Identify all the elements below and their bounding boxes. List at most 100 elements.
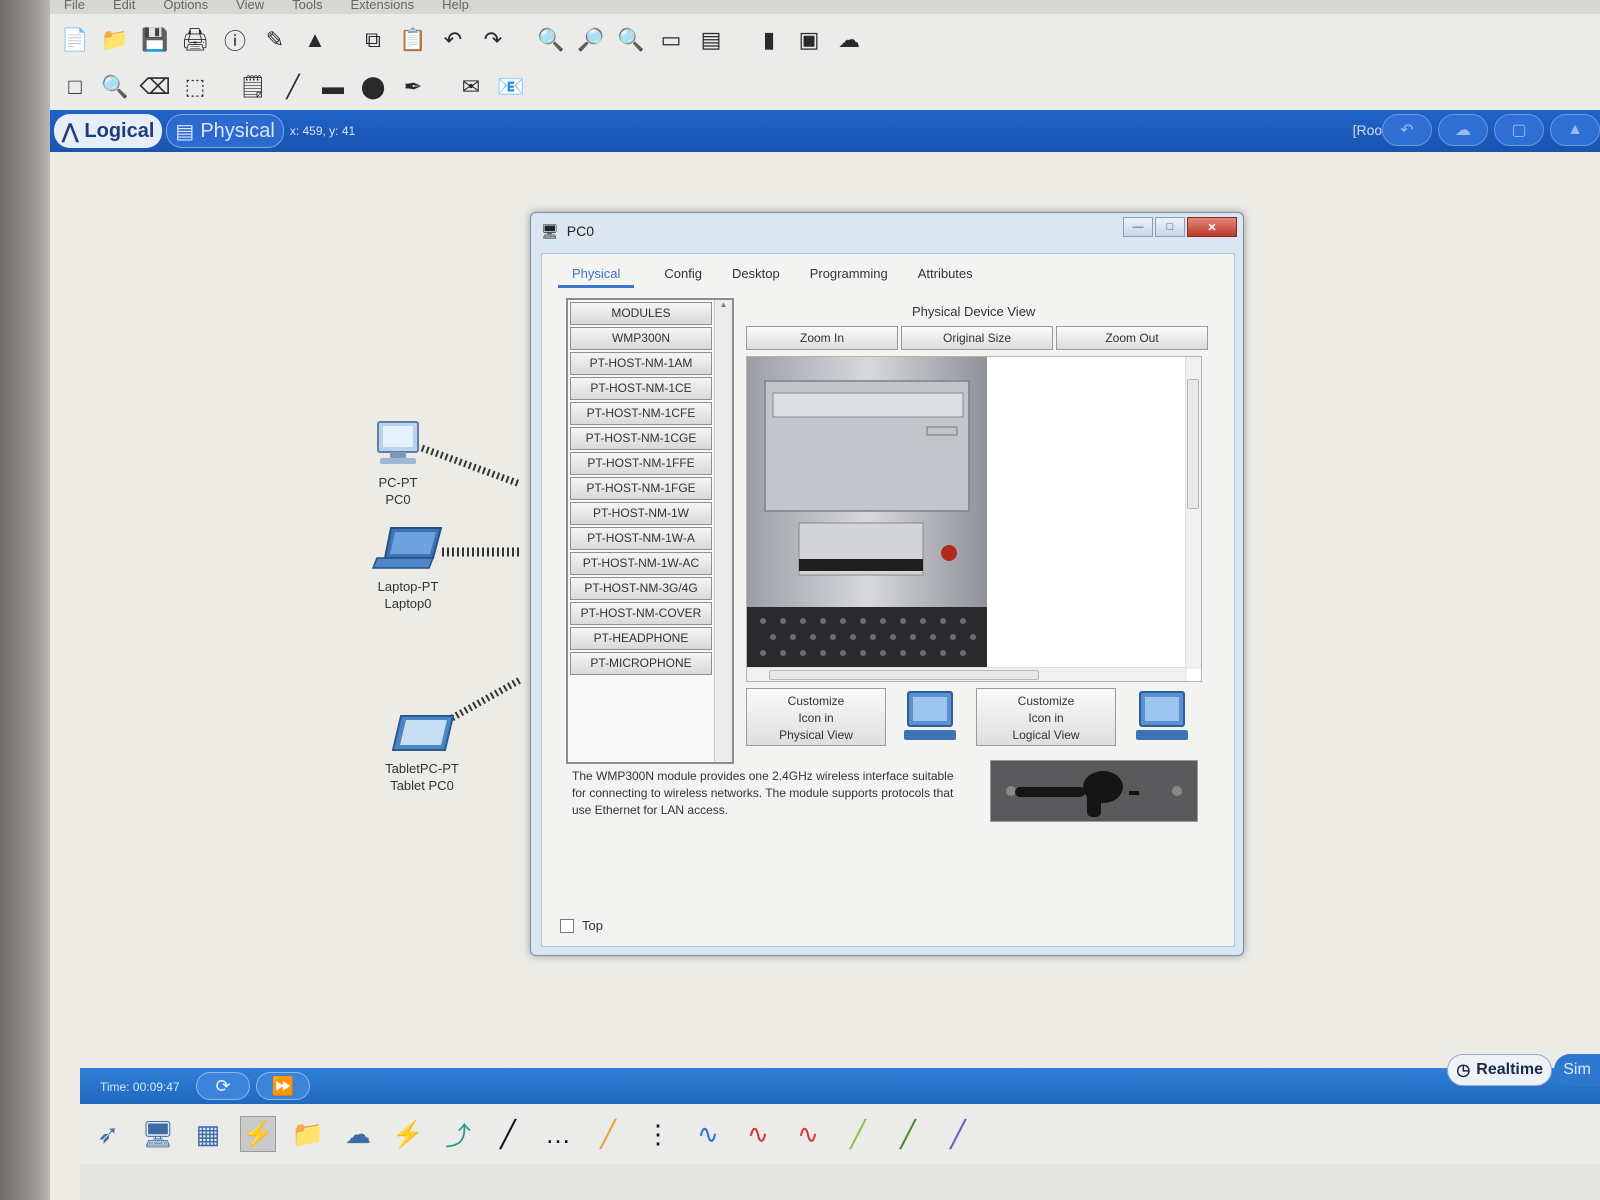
module-item[interactable]: PT-HOST-NM-3G/4G	[570, 577, 712, 600]
drawing-palette-icon[interactable]: ▭	[656, 25, 686, 55]
module-item[interactable]: PT-HOST-NM-1W-A	[570, 527, 712, 550]
undo-icon[interactable]: ↶	[438, 25, 468, 55]
console-cable-icon[interactable]: ⤴	[440, 1116, 476, 1152]
draw-line-icon[interactable]: ╱	[278, 72, 308, 102]
zoom-reset-icon[interactable]: 🔎	[576, 25, 606, 55]
scroll-up-icon[interactable]: ▲	[715, 300, 732, 309]
module-item[interactable]: PT-HOST-NM-1CE	[570, 377, 712, 400]
zoom-out-button[interactable]: Zoom Out	[1056, 326, 1208, 350]
activity-wizard-icon[interactable]: ✎	[260, 25, 290, 55]
menu-help[interactable]: Help	[442, 0, 469, 14]
maximize-icon[interactable]: □	[1155, 217, 1185, 237]
menu-tools[interactable]: Tools	[292, 0, 322, 14]
redo-icon[interactable]: ↷	[478, 25, 508, 55]
print-icon[interactable]: 🖨	[180, 25, 210, 55]
menu-file[interactable]: File	[64, 0, 85, 14]
viewer-horizontal-scrollbar[interactable]	[747, 667, 1187, 681]
info-icon[interactable]: ⓘ	[220, 25, 250, 55]
module-item[interactable]: PT-HOST-NM-1CFE	[570, 402, 712, 425]
move-object-icon[interactable]: ▢	[1494, 114, 1544, 146]
original-size-button[interactable]: Original Size	[901, 326, 1053, 350]
iot-custom-cable-icon[interactable]: ╱	[890, 1116, 926, 1152]
module-item[interactable]: PT-HEADPHONE	[570, 627, 712, 650]
customize-logical-icon-button[interactable]: Customize Icon in Logical View	[976, 688, 1116, 746]
module-item[interactable]: WMP300N	[570, 327, 712, 350]
zoom-in-button[interactable]: Zoom In	[746, 326, 898, 350]
delete-icon[interactable]: ⌫	[139, 72, 170, 102]
paste-icon[interactable]: 📋	[398, 25, 428, 55]
minimize-icon[interactable]: —	[1123, 217, 1153, 237]
draw-rectangle-icon[interactable]: ▬	[318, 72, 348, 102]
tab-desktop[interactable]: Desktop	[732, 264, 780, 288]
menu-edit[interactable]: Edit	[113, 0, 135, 14]
viewer-vertical-scrollbar[interactable]	[1185, 357, 1201, 669]
new-cluster-icon[interactable]: ☁	[1438, 114, 1488, 146]
place-note-icon[interactable]: 🗒	[238, 72, 268, 102]
simulation-mode-button[interactable]: Sim	[1554, 1054, 1600, 1086]
miscellaneous-icon[interactable]: 📁	[290, 1116, 326, 1152]
new-file-icon[interactable]: 📄	[60, 25, 90, 55]
octal-cable-icon[interactable]: ╱	[840, 1116, 876, 1152]
draw-ellipse-icon[interactable]: ⬤	[358, 72, 388, 102]
add-simple-pdu-icon[interactable]: ✉	[456, 72, 486, 102]
resize-shape-icon[interactable]: ⬚	[180, 72, 210, 102]
tab-programming[interactable]: Programming	[810, 264, 888, 288]
view-pdu-icon[interactable]: ▮	[754, 25, 784, 55]
copy-icon[interactable]: ⧉	[358, 25, 388, 55]
module-item[interactable]: PT-MICROPHONE	[570, 652, 712, 675]
device-tablet0[interactable]: TabletPC-PT Tablet PC0	[380, 712, 464, 794]
module-item[interactable]: PT-HOST-NM-1CGE	[570, 427, 712, 450]
fast-forward-icon[interactable]: ⏩	[256, 1072, 310, 1100]
set-tiled-background-icon[interactable]: ▲	[1550, 114, 1600, 146]
module-item[interactable]: PT-HOST-NM-1AM	[570, 352, 712, 375]
physical-device-viewer[interactable]	[746, 356, 1202, 682]
module-item[interactable]: PT-HOST-NM-1W	[570, 502, 712, 525]
select-icon[interactable]: □	[60, 72, 90, 102]
add-complex-pdu-icon[interactable]: 📧	[496, 72, 526, 102]
end-devices-icon[interactable]: 🖥	[140, 1116, 176, 1152]
realtime-mode-button[interactable]: ◷ Realtime	[1447, 1054, 1552, 1086]
copper-cross-over-icon[interactable]: …	[540, 1116, 576, 1152]
viewer-horizontal-scroll-thumb[interactable]	[769, 670, 1039, 680]
module-item[interactable]: PT-HOST-NM-1FFE	[570, 452, 712, 475]
fiber-icon[interactable]: ╱	[590, 1116, 626, 1152]
serial-dte-icon[interactable]: ∿	[790, 1116, 826, 1152]
customize-physical-icon-button[interactable]: Customize Icon in Physical View	[746, 688, 886, 746]
zoom-in-icon[interactable]: 🔍	[536, 25, 566, 55]
close-icon[interactable]: ✕	[1187, 217, 1237, 237]
menu-extensions[interactable]: Extensions	[350, 0, 414, 14]
top-checkbox[interactable]	[560, 918, 574, 933]
module-list-scrollbar[interactable]: ▲	[714, 300, 732, 762]
module-item[interactable]: PT-HOST-NM-1FGE	[570, 477, 712, 500]
custom-device-dialog-icon[interactable]: ▤	[696, 25, 726, 55]
tab-physical[interactable]: Physical	[558, 264, 635, 288]
components-icon[interactable]: ▦	[190, 1116, 226, 1152]
module-item[interactable]: PT-HOST-NM-COVER	[570, 602, 712, 625]
cluster-icon[interactable]: ▣	[794, 25, 824, 55]
freeform-icon[interactable]: ✒	[398, 72, 428, 102]
usb-cable-icon[interactable]: ╱	[940, 1116, 976, 1152]
serial-dce-icon[interactable]: ∿	[740, 1116, 776, 1152]
copper-straight-through-icon[interactable]: ╱	[490, 1116, 526, 1152]
multiuser-cloud-icon[interactable]: ☁	[340, 1116, 376, 1152]
device-laptop0[interactable]: Laptop-PT Laptop0	[366, 524, 450, 612]
tab-attributes[interactable]: Attributes	[918, 264, 973, 288]
back-icon[interactable]: ↶	[1382, 114, 1432, 146]
module-item[interactable]: PT-HOST-NM-1W-AC	[570, 552, 712, 575]
inspect-icon[interactable]: 🔍	[100, 72, 130, 102]
save-icon[interactable]: 💾	[140, 25, 170, 55]
device-pc0[interactable]: PC-PT PC0	[366, 418, 430, 508]
network-devices-icon[interactable]: ➶	[90, 1116, 126, 1152]
zoom-out-icon[interactable]: 🔍	[616, 25, 646, 55]
connections-icon[interactable]: ⚡	[240, 1116, 276, 1152]
tab-config[interactable]: Config	[664, 264, 702, 288]
logical-mode-button[interactable]: ⋀ Logical	[54, 114, 163, 148]
auto-connection-icon[interactable]: ⚡	[390, 1116, 426, 1152]
power-cycle-icon[interactable]: ⟳	[196, 1072, 250, 1100]
cloud-icon[interactable]: ☁	[834, 25, 864, 55]
physical-mode-button[interactable]: ▤ Physical	[166, 114, 284, 148]
menu-options[interactable]: Options	[163, 0, 208, 14]
phone-cable-icon[interactable]: ⋮	[640, 1116, 676, 1152]
coaxial-icon[interactable]: ∿	[690, 1116, 726, 1152]
logical-workspace[interactable]: PC-PT PC0 Laptop-PT Laptop0 TabletPC-PT …	[50, 152, 1600, 1052]
